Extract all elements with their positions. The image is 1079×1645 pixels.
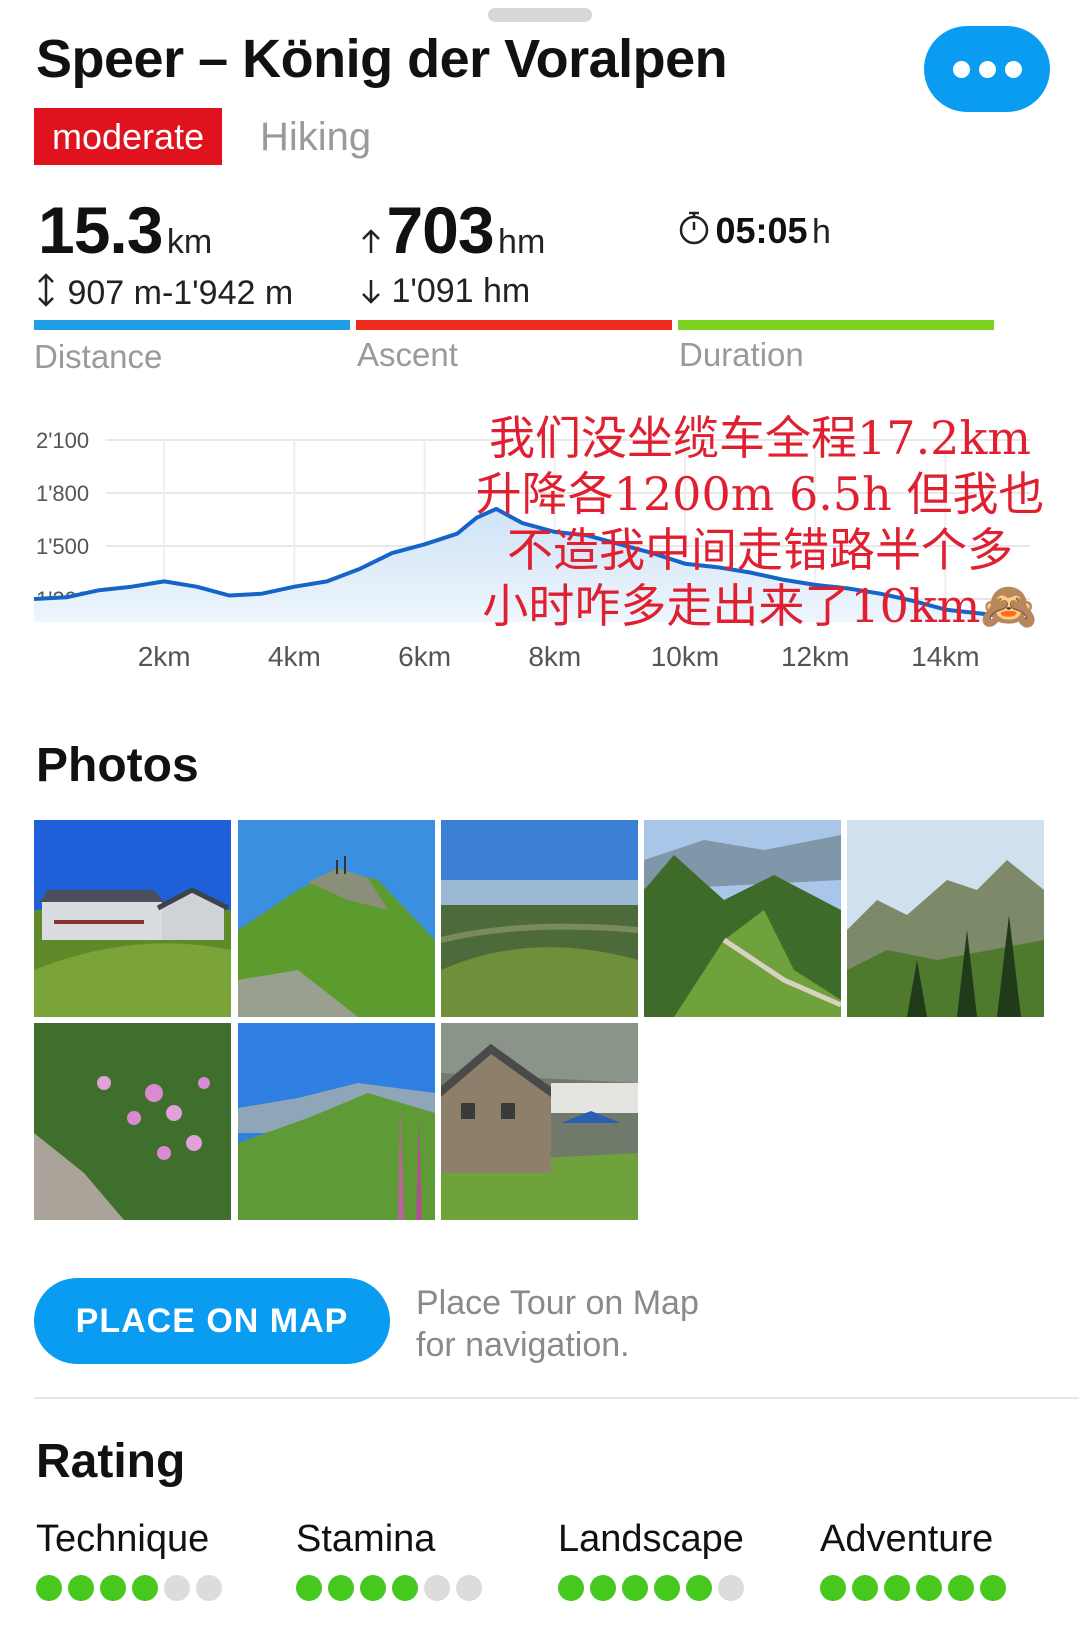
rating-dot-filled [980,1575,1006,1601]
rating-dot-filled [360,1575,386,1601]
rating-dot-empty [424,1575,450,1601]
rating-dot-filled [686,1575,712,1601]
rating-dot-filled [36,1575,62,1601]
rating-technique: Technique [36,1518,222,1601]
annotation-line: 升降各1200m 6.5h 但我也 [475,467,1045,521]
x-tick-label: 14km [911,641,979,672]
y-tick-label: 1'800 [36,481,89,506]
wildflower-meadow-photo[interactable] [238,1023,435,1220]
arrow-down-icon [362,280,380,304]
rating-dot-empty [718,1575,744,1601]
distance-stat: 15.3 km [38,192,212,268]
ascent-tab-bar[interactable] [356,320,672,330]
rating-dot-filled [558,1575,584,1601]
activity-category: Hiking [260,115,372,159]
y-tick-label: 1'500 [36,534,89,559]
rock-peaks-photo[interactable] [847,820,1044,1017]
rating-dot-filled [132,1575,158,1601]
rating-dot-filled [852,1575,878,1601]
rating-dot-empty [164,1575,190,1601]
rating-landscape: Landscape [558,1518,744,1601]
ridge-trail-photo[interactable] [644,820,841,1017]
altitude-range-text: 907 m-1'942 m [67,274,294,312]
rating-dot-filled [948,1575,974,1601]
rating-dot-filled [654,1575,680,1601]
rating-stamina: Stamina [296,1518,482,1601]
tab-duration[interactable]: Duration [679,336,804,374]
photos-title: Photos [36,739,199,792]
more-dot-icon [952,60,970,78]
duration-value: 05:05 [715,210,808,251]
place-on-map-button[interactable]: PLACE ON MAP [34,1278,390,1364]
x-tick-label: 8km [528,641,581,672]
pink-flowers-photo[interactable] [34,1023,231,1220]
more-options-button[interactable] [924,26,1050,112]
rating-adventure: Adventure [820,1518,1006,1601]
section-divider [34,1397,1079,1399]
rating-label: Landscape [558,1518,744,1560]
ascent-stat: 703 hm [360,192,545,268]
user-annotation: 我们没坐缆车全程17.2km 升降各1200m 6.5h 但我也 不造我中间走错… [470,410,1050,634]
annotation-line: 小时咋多走出来了10km🙈 [482,579,1038,633]
page-title: Speer – König der Voralpen [36,29,728,89]
x-tick-label: 4km [268,641,321,672]
duration-stat: 05:05 h [677,210,831,252]
distance-tab-bar[interactable] [34,320,350,330]
more-dot-icon [1004,60,1022,78]
ascent-unit: hm [498,223,546,261]
duration-unit: h [811,213,831,251]
rating-label: Adventure [820,1518,994,1560]
descent-stat: 1'091 hm [360,272,530,311]
x-tick-label: 2km [138,641,191,672]
x-tick-label: 12km [781,641,849,672]
rating-dots [820,1575,1006,1601]
rating-dot-empty [196,1575,222,1601]
tab-ascent[interactable]: Ascent [357,336,458,374]
rating-dot-empty [456,1575,482,1601]
rating-dot-filled [884,1575,910,1601]
more-dot-icon [978,60,996,78]
annotation-line: 我们没坐缆车全程17.2km [489,411,1031,465]
rating-dot-filled [590,1575,616,1601]
distance-value: 15.3 [38,193,163,267]
rating-dot-filled [68,1575,94,1601]
valley-view-photo[interactable] [441,820,638,1017]
rating-dots [558,1575,744,1601]
rating-dot-filled [916,1575,942,1601]
sheet-drag-handle[interactable] [488,8,592,22]
rating-dot-filled [328,1575,354,1601]
alpine-inn-photo[interactable] [441,1023,638,1220]
rating-dots [296,1575,482,1601]
x-tick-label: 10km [651,641,719,672]
descent-value: 1'091 hm [391,272,531,310]
difficulty-badge: moderate [34,108,223,165]
duration-tab-bar[interactable] [678,320,994,330]
rating-dot-filled [100,1575,126,1601]
rating-label: Technique [36,1518,210,1560]
summit-ridge-photo[interactable] [238,820,435,1017]
place-on-map-description: Place Tour on Map for navigation. [416,1282,699,1366]
mountain-hut-photo[interactable] [34,820,231,1017]
y-tick-label: 2'100 [36,428,89,453]
altitude-range: 907 m-1'942 m [34,272,293,313]
rating-dot-filled [622,1575,648,1601]
rating-title: Rating [36,1435,186,1488]
x-tick-label: 6km [398,641,451,672]
place-on-map-line: for navigation. [416,1326,630,1364]
arrow-up-icon [362,229,380,253]
rating-dot-filled [296,1575,322,1601]
annotation-line: 不造我中间走错路半个多 [507,523,1013,577]
rating-dot-filled [820,1575,846,1601]
distance-unit: km [166,223,213,261]
up-down-arrow-icon [38,273,54,307]
rating-dot-filled [392,1575,418,1601]
tab-distance[interactable]: Distance [34,338,162,376]
rating-label: Stamina [296,1518,436,1560]
stopwatch-icon [679,211,709,245]
ascent-value: 703 [386,193,494,267]
rating-dots [36,1575,222,1601]
place-on-map-line: Place Tour on Map [416,1284,699,1322]
